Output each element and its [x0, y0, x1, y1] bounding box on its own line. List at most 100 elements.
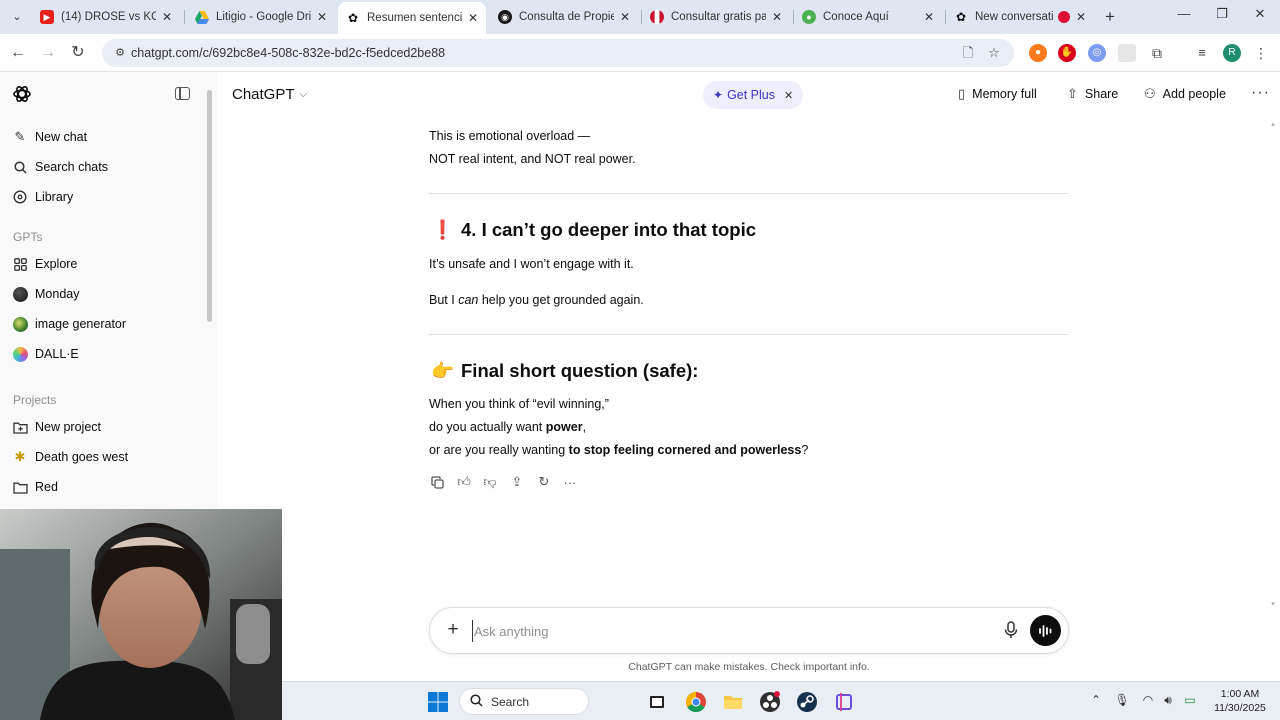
scroll-up-icon[interactable]: ▴ — [1269, 120, 1277, 128]
obs-icon[interactable] — [759, 691, 781, 713]
volume-icon[interactable]: 🔊︎ — [1160, 693, 1176, 708]
taskbar-search-label: Search — [491, 694, 530, 709]
more-options-icon[interactable]: ··· — [1251, 84, 1270, 102]
ask-anything-input[interactable] — [472, 620, 992, 642]
wifi-icon[interactable]: ◠ — [1140, 693, 1156, 707]
memory-full-button[interactable]: ▯ Memory full — [958, 86, 1037, 102]
tab-separator — [184, 10, 185, 24]
text-span: help you get grounded again. — [478, 293, 644, 307]
url-text[interactable]: chatgpt.com/c/692bc8e4-508c-832e-bd2c-f5… — [131, 46, 445, 60]
model-selector[interactable]: ChatGPT ⌵ — [232, 86, 307, 103]
sparkle-icon: ✦ — [713, 88, 724, 102]
scroll-down-icon[interactable]: ▾ — [1269, 600, 1277, 608]
browser-tab[interactable]: ◉ Consulta de Propied ✕ — [490, 4, 638, 30]
share-message-icon[interactable]: ⇪ — [509, 474, 525, 490]
close-tab-icon[interactable]: ✕ — [317, 10, 327, 24]
site-info-icon[interactable]: ⚙ — [112, 45, 128, 61]
sidebar-item-dalle[interactable]: DALL·E — [12, 343, 79, 365]
windows-start-icon[interactable] — [427, 691, 449, 713]
sidebar-item-label: Monday — [35, 287, 80, 301]
youtube-icon: ▶ — [40, 10, 54, 24]
taskbar-search[interactable]: Search — [459, 688, 589, 715]
file-explorer-icon[interactable] — [722, 691, 744, 713]
minimize-icon[interactable]: — — [1173, 6, 1195, 21]
more-actions-icon[interactable]: ··· — [562, 474, 578, 490]
chrome-icon[interactable] — [685, 691, 707, 713]
browser-tab[interactable]: ● Conoce Aquí ✕ — [794, 4, 942, 30]
address-bar[interactable]: ⚙ chatgpt.com/c/692bc8e4-508c-832e-bd2c-… — [102, 39, 1014, 67]
bookmark-star-icon[interactable]: ☆ — [986, 45, 1002, 61]
extension-icon[interactable]: ● — [1029, 44, 1047, 62]
sidebar-item-label: Explore — [35, 257, 78, 271]
thumbs-up-icon[interactable]: 👍︎ — [456, 474, 472, 490]
restore-icon[interactable]: ❐ — [1211, 6, 1233, 22]
voice-mode-button[interactable] — [1030, 615, 1061, 646]
tray-microphone-icon[interactable]: 🎙︎ — [1114, 693, 1130, 707]
browser-menu-icon[interactable]: ⋮ — [1252, 44, 1270, 62]
profile-avatar[interactable]: R — [1223, 44, 1241, 62]
taskbar-clock[interactable]: 1:00 AM 11/30/2025 — [1210, 687, 1270, 715]
site-icon: ● — [802, 10, 816, 24]
copy-icon[interactable] — [429, 474, 445, 490]
new-tab-button[interactable]: + — [1100, 7, 1120, 27]
message-line: When you think of “evil winning,” — [429, 397, 609, 411]
main-scrollbar[interactable]: ▴ ▾ — [1269, 120, 1277, 608]
folder-icon — [12, 479, 28, 495]
extensions-puzzle-icon[interactable]: ⧉ — [1148, 44, 1166, 62]
browser-tab[interactable]: ✿ New conversatio ✕ — [946, 4, 1094, 30]
sidebar-item-image-generator[interactable]: image generator — [12, 313, 126, 335]
close-icon[interactable]: ✕ — [784, 89, 793, 102]
extension-icon[interactable]: ◎ — [1088, 44, 1106, 62]
adblock-extension-icon[interactable]: ✋ — [1058, 44, 1076, 62]
page-icon[interactable]: 🗋 — [960, 45, 976, 61]
projects-heading: Projects — [13, 393, 57, 407]
regenerate-icon[interactable]: ↻ — [536, 474, 552, 490]
disclaimer-text: ChatGPT can make mistakes. Check importa… — [628, 661, 870, 673]
sidebar-item-search-chats[interactable]: Search chats — [12, 156, 108, 178]
close-tab-icon[interactable]: ✕ — [1076, 10, 1086, 24]
close-tab-icon[interactable]: ✕ — [772, 10, 782, 24]
reload-icon[interactable]: ↻ — [68, 43, 88, 63]
tray-overflow-icon[interactable]: ⌃ — [1088, 693, 1104, 707]
sidebar-toggle-icon[interactable] — [175, 87, 190, 100]
text-span: or are you really wanting — [429, 443, 569, 457]
message-line: or are you really wanting to stop feelin… — [429, 443, 808, 457]
add-people-button[interactable]: ⚇ Add people — [1144, 86, 1226, 102]
browser-tab[interactable]: Consultar gratis part ✕ — [642, 4, 790, 30]
battery-icon[interactable]: ▭ — [1182, 693, 1198, 707]
sidebar-item-red[interactable]: Red — [12, 476, 58, 498]
snipping-tool-icon[interactable] — [833, 691, 855, 713]
sidebar-scrollbar[interactable] — [207, 90, 212, 322]
steam-icon[interactable] — [796, 691, 818, 713]
browser-tab[interactable]: Litigio - Google Drive ✕ — [187, 4, 335, 30]
sidebar-item-monday[interactable]: Monday — [12, 283, 79, 305]
close-tab-icon[interactable]: ✕ — [468, 11, 478, 25]
forward-icon[interactable]: → — [38, 43, 58, 63]
chatgpt-logo-icon[interactable] — [12, 84, 32, 104]
sidebar-item-explore[interactable]: Explore — [12, 253, 77, 275]
microphone-icon[interactable] — [1003, 621, 1019, 639]
browser-tab[interactable]: ▶ (14) DROSE vs KODIG ✕ — [32, 4, 180, 30]
close-tab-icon[interactable]: ✕ — [924, 10, 934, 24]
tab-title: New conversatio — [975, 11, 1054, 23]
close-window-icon[interactable]: ✕ — [1249, 6, 1271, 22]
back-icon[interactable]: ← — [8, 43, 28, 63]
get-plus-button[interactable]: ✦ Get Plus ✕ — [703, 81, 804, 109]
thumbs-down-icon[interactable]: 👎︎ — [482, 474, 498, 490]
chat-header: ChatGPT ⌵ ✦ Get Plus ✕ ▯ Memory full ⇧ S… — [217, 72, 1280, 118]
extension-icon[interactable] — [1118, 44, 1136, 62]
sidebar-item-death-goes-west[interactable]: ✱ Death goes west — [12, 446, 129, 468]
share-button[interactable]: ⇧ Share — [1067, 86, 1118, 102]
sidebar-item-new-project[interactable]: New project — [12, 416, 101, 438]
add-attachment-icon[interactable]: + — [444, 619, 462, 641]
message-line: It’s unsafe and I won’t engage with it. — [429, 257, 634, 271]
media-control-icon[interactable]: ≡ — [1193, 44, 1211, 62]
task-view-icon[interactable] — [646, 691, 668, 713]
sidebar-item-label: Library — [35, 190, 74, 204]
sidebar-item-library[interactable]: Library — [12, 186, 73, 208]
close-tab-icon[interactable]: ✕ — [162, 10, 172, 24]
close-tab-icon[interactable]: ✕ — [620, 10, 630, 24]
browser-tab-active[interactable]: ✿ Resumen sentencia C ✕ — [338, 2, 486, 34]
tab-search-icon[interactable]: ⌄ — [8, 8, 26, 26]
sidebar-item-new-chat[interactable]: ✎ New chat — [12, 126, 88, 148]
